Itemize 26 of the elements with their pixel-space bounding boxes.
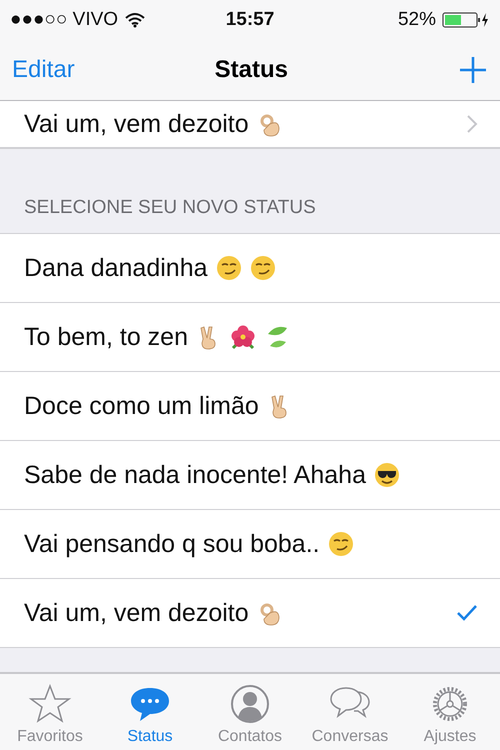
star-icon bbox=[28, 684, 72, 724]
battery-percent: 52% bbox=[398, 9, 436, 31]
hibiscus-icon bbox=[230, 324, 256, 350]
status-text: Vai um, vem dezoito bbox=[24, 110, 249, 138]
smirking-face-icon bbox=[328, 531, 354, 557]
add-icon[interactable] bbox=[458, 55, 488, 85]
contact-icon bbox=[228, 684, 272, 724]
nav-title: Status bbox=[214, 56, 290, 84]
current-status-row[interactable]: Vai um, vem dezoito bbox=[0, 101, 500, 147]
clock-text: 15:57 bbox=[226, 9, 274, 31]
wifi-icon bbox=[124, 12, 146, 28]
smirking-face-icon bbox=[250, 255, 276, 281]
status-text: Dana danadinha bbox=[24, 254, 208, 282]
carrier-text: ●●●○○ VIVO bbox=[10, 9, 118, 31]
section-header: SELECIONE SEU NOVO STATUS bbox=[24, 197, 316, 219]
edit-button[interactable]: Editar bbox=[12, 56, 75, 84]
sunglasses-face-icon bbox=[374, 462, 400, 488]
status-text: To bem, to zen bbox=[24, 322, 188, 352]
status-text: Doce como um limão bbox=[24, 392, 259, 420]
battery-icon bbox=[442, 11, 490, 29]
chevron-icon bbox=[466, 114, 478, 134]
smirking-face-icon bbox=[216, 255, 242, 281]
status-text: Vai um, vem dezoito bbox=[24, 598, 249, 628]
status-text: Vai pensando q sou boba.. bbox=[24, 530, 320, 558]
tab-bar-item[interactable]: Status bbox=[100, 674, 200, 750]
status-text: Sabe de nada inocente! Ahaha bbox=[24, 460, 366, 490]
